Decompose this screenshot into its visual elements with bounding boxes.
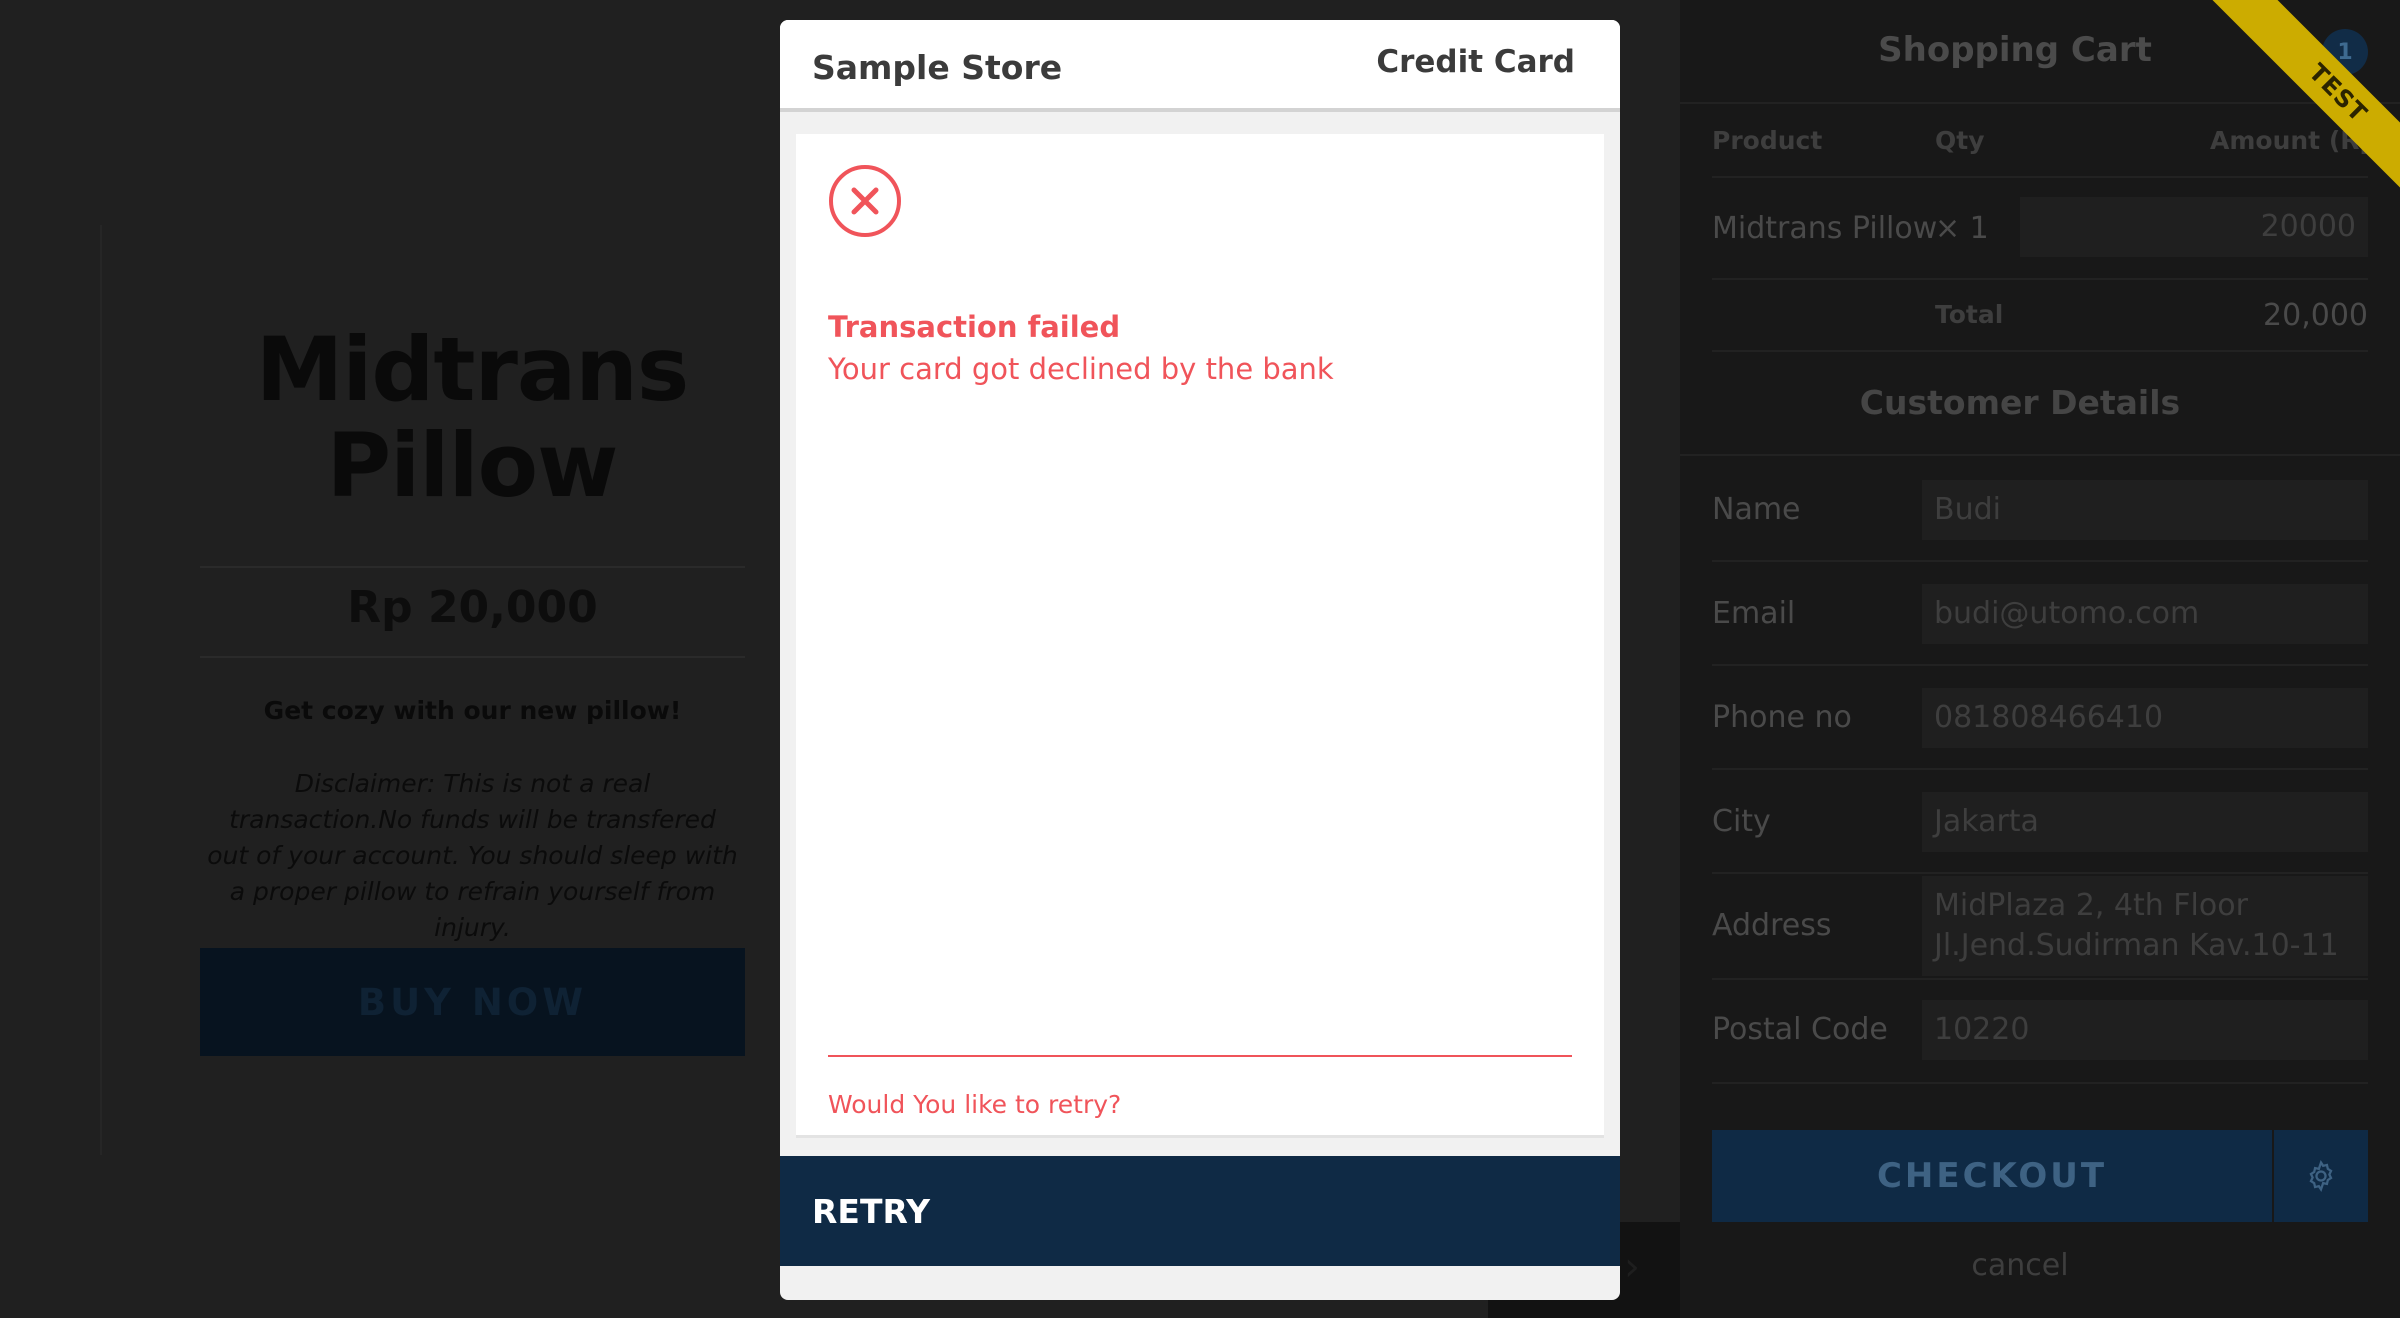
store-name: Sample Store	[812, 48, 1063, 87]
divider	[1712, 768, 2368, 770]
settings-button[interactable]	[2274, 1130, 2368, 1222]
cart-item-amount: 20000	[2020, 197, 2368, 257]
customer-details-title: Customer Details	[1859, 383, 2181, 422]
divider	[828, 1055, 1572, 1057]
total-label: Total	[1935, 300, 2004, 329]
product-disclaimer: Disclaimer: This is not a real transacti…	[207, 769, 738, 942]
address-label: Address	[1712, 908, 1832, 943]
transaction-status-title: Transaction failed	[828, 310, 1121, 344]
name-label: Name	[1712, 492, 1801, 527]
address-line-2: Jl.Jend.Sudirman Kav.10-11	[1934, 928, 2339, 963]
address-line-1: MidPlaza 2, 4th Floor	[1934, 888, 2248, 923]
phone-label: Phone no	[1712, 700, 1852, 735]
transaction-status-message: Your card got declined by the bank	[828, 352, 1334, 386]
product-title: Midtrans Pillow	[255, 318, 690, 517]
email-field[interactable]: budi@utomo.com	[1922, 584, 2368, 644]
checkout-button[interactable]: CHECKOUT	[1712, 1130, 2272, 1222]
column-header-product: Product	[1712, 126, 1823, 155]
error-icon	[829, 165, 901, 237]
payment-method-title: Credit Card	[1376, 44, 1575, 80]
divider	[1712, 1082, 2368, 1084]
modal-body: Transaction failed Your card got decline…	[796, 134, 1604, 1138]
product-price: Rp 20,000	[347, 582, 598, 633]
phone-field[interactable]: 081808466410	[1922, 688, 2368, 748]
divider	[200, 656, 745, 658]
cancel-link[interactable]: cancel	[1680, 1248, 2360, 1283]
city-field[interactable]: Jakarta	[1922, 792, 2368, 852]
buy-now-button[interactable]: BUY NOW	[200, 948, 745, 1056]
cart-panel: Shopping Cart 1 Product Qty Amount (Rp) …	[1680, 0, 2400, 1318]
name-field[interactable]: Budi	[1922, 480, 2368, 540]
cart-item-qty: × 1	[1935, 211, 1989, 246]
chevron-right-icon: ›	[1624, 1244, 1640, 1290]
divider	[200, 566, 745, 568]
retry-question: Would You like to retry?	[828, 1090, 1122, 1119]
divider	[1680, 102, 2400, 104]
divider	[1712, 560, 2368, 562]
total-value: 20,000	[2263, 298, 2368, 333]
cart-item-name: Midtrans Pillow	[1712, 211, 1938, 246]
divider	[1680, 454, 2400, 456]
column-header-qty: Qty	[1935, 126, 1985, 155]
city-label: City	[1712, 804, 1771, 839]
payment-modal: Sample Store Credit Card Transaction fai…	[780, 20, 1620, 1300]
divider	[1712, 872, 2368, 874]
postal-code-field[interactable]: 10220	[1922, 1000, 2368, 1060]
email-label: Email	[1712, 596, 1796, 631]
retry-button[interactable]: RETRY	[780, 1156, 1620, 1266]
gear-icon	[2309, 1159, 2333, 1193]
address-field[interactable]: MidPlaza 2, 4th Floor Jl.Jend.Sudirman K…	[1922, 876, 2368, 976]
modal-header: Sample Store Credit Card	[780, 20, 1620, 112]
divider	[1712, 350, 2368, 352]
divider	[1712, 176, 2368, 178]
divider	[1712, 278, 2368, 280]
product-tagline: Get cozy with our new pillow!	[263, 696, 682, 725]
divider	[1712, 664, 2368, 666]
postal-code-label: Postal Code	[1712, 1012, 1888, 1047]
divider	[1712, 978, 2368, 980]
